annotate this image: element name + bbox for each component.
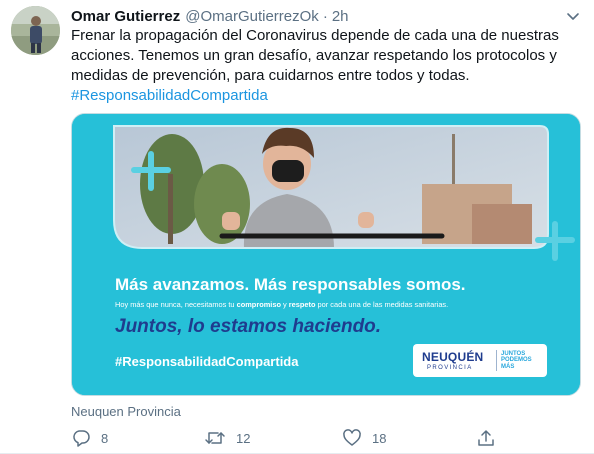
like-button[interactable]: 18 [342, 428, 386, 448]
logo-sub-text: PROVINCIA [427, 365, 473, 371]
media-source-label[interactable]: Neuquen Provincia [71, 404, 181, 419]
reply-count: 8 [101, 430, 109, 446]
tweet-text-line: acciones. Tenemos un gran desafío, avanz… [71, 47, 557, 64]
author-handle[interactable]: @OmarGutierrezOk [185, 8, 319, 25]
card-subline-text: por cada una de las medidas sanitarias. [315, 300, 449, 309]
card-subline-text: y [280, 300, 289, 309]
logo-divider [496, 350, 497, 371]
chevron-down-icon[interactable] [565, 8, 581, 24]
card-subline-text: Hoy más que nunca, necesitamos tu [115, 300, 237, 309]
card-tagline: Juntos, lo estamos haciendo. [115, 316, 382, 337]
separator-dot: · [322, 7, 328, 25]
tweet-text-line: medidas de prevención, para cuidarnos en… [71, 67, 470, 84]
neuquen-logo: NEUQUÉN PROVINCIA JUNTOS PODEMOS MÁS [413, 344, 547, 377]
logo-main-text: NEUQUÉN [422, 350, 484, 364]
like-count: 18 [372, 430, 387, 446]
tweet-text: Frenar la propagación del Coronavirus de… [71, 26, 576, 86]
author-name[interactable]: Omar Gutierrez [71, 8, 180, 25]
share-button[interactable] [476, 428, 496, 448]
reply-button[interactable]: 8 [71, 428, 108, 448]
card-subline-emphasis: respeto [288, 300, 316, 309]
card-headline: Más avanzamos. Más responsables somos. [115, 275, 466, 294]
timestamp[interactable]: 2h [332, 8, 349, 25]
tweet-actions: 8 12 18 [71, 428, 511, 450]
avatar[interactable] [11, 6, 60, 55]
retweet-count: 12 [236, 430, 251, 446]
tweet-hashtag-link[interactable]: #ResponsabilidadCompartida [71, 86, 268, 106]
card-subline-emphasis: compromiso [236, 300, 281, 309]
reply-icon [73, 430, 90, 447]
tweet[interactable]: Omar Gutierrez @OmarGutierrezOk · 2h Fre… [0, 0, 594, 454]
retweet-icon [205, 432, 225, 444]
share-icon [478, 430, 494, 446]
media-card[interactable]: Más avanzamos. Más responsables somos. H… [71, 113, 581, 396]
logo-slogan: JUNTOS PODEMOS MÁS [501, 351, 532, 370]
tweet-text-line: Frenar la propagación del Coronavirus de… [71, 27, 559, 44]
retweet-button[interactable]: 12 [204, 428, 250, 448]
tweet-header: Omar Gutierrez @OmarGutierrezOk · 2h [71, 7, 349, 25]
card-hashtag: #ResponsabilidadCompartida [115, 354, 299, 369]
card-subline: Hoy más que nunca, necesitamos tu compro… [115, 300, 448, 309]
heart-icon [343, 429, 361, 446]
